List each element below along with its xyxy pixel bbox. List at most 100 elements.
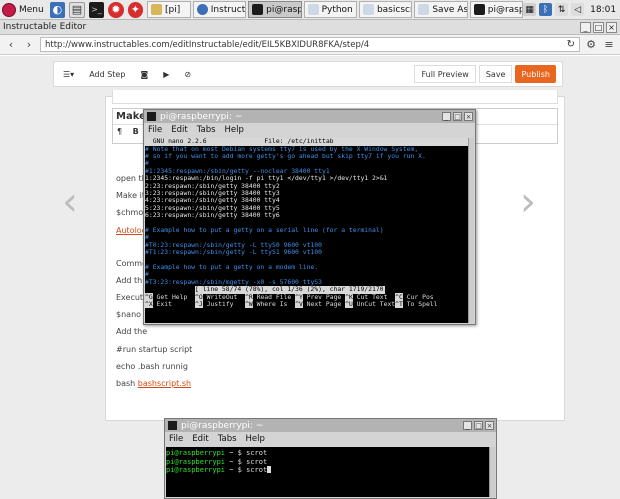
task-python[interactable]: Python ... bbox=[303, 1, 357, 18]
list-view-icon[interactable]: ☰▾ bbox=[57, 65, 80, 83]
close-button[interactable]: × bbox=[606, 21, 617, 33]
network-icon[interactable]: ⇅ bbox=[555, 3, 569, 16]
add-step-button[interactable]: Add Step bbox=[83, 65, 131, 83]
window-icon bbox=[362, 4, 374, 15]
command-line: pi@raspberrypi ~ $ scrot bbox=[166, 466, 495, 475]
task-basicscript[interactable]: basicscr... bbox=[358, 1, 413, 18]
volume-icon[interactable]: ◁ bbox=[571, 3, 585, 16]
task-browser[interactable]: Instruct... bbox=[192, 1, 247, 18]
full-preview-button[interactable]: Full Preview bbox=[414, 65, 476, 83]
terminal-screen[interactable]: pi@raspberrypi ~ $ scrot pi@raspberrypi … bbox=[166, 447, 495, 497]
task-label: basicscr... bbox=[376, 4, 413, 15]
prompt: pi@raspberrypi bbox=[166, 466, 226, 474]
paragraph-line: $nano bbox=[116, 310, 142, 319]
minimize-button[interactable]: _ bbox=[442, 112, 451, 121]
scrollbar[interactable] bbox=[468, 138, 474, 323]
taskbar: Menu ◐ ▤ >_ ✹ ✦ [pi] Instruct... pi@rasp… bbox=[0, 0, 620, 20]
back-arrow-icon[interactable]: ‹ bbox=[4, 38, 18, 52]
menu-file[interactable]: File bbox=[148, 125, 162, 135]
task-file-manager[interactable]: [pi] bbox=[147, 1, 191, 18]
publish-button[interactable]: Publish bbox=[515, 65, 556, 83]
task-label: pi@rasp... bbox=[266, 4, 300, 15]
menu-edit[interactable]: Edit bbox=[192, 434, 208, 444]
folder-icon bbox=[151, 4, 163, 15]
settings-gear-icon[interactable]: ⚙ bbox=[584, 38, 598, 52]
forward-arrow-icon[interactable]: › bbox=[22, 38, 36, 52]
wolfram-icon[interactable]: ✦ bbox=[127, 1, 144, 18]
paragraph-line: Make it bbox=[116, 191, 145, 200]
reload-icon[interactable]: ↻ bbox=[567, 39, 575, 50]
browser-titlebar: Instructable Editor _ □ × bbox=[0, 20, 620, 35]
maximize-button[interactable]: □ bbox=[474, 421, 483, 430]
close-button[interactable]: × bbox=[485, 421, 494, 430]
prev-step-arrow-icon[interactable]: ‹ bbox=[62, 179, 78, 225]
editor-toolbar: ☰▾ Add Step ◙ ▶ ⊘ Full Preview Save Publ… bbox=[53, 61, 563, 87]
terminal-window-scrot: pi@raspberrypi: ~ _ □ × File Edit Tabs H… bbox=[164, 418, 497, 499]
close-button[interactable]: × bbox=[464, 112, 473, 121]
minimize-button[interactable]: _ bbox=[580, 21, 591, 33]
script-link[interactable]: bashscript.sh bbox=[138, 379, 191, 388]
menu-help[interactable]: Help bbox=[225, 125, 244, 135]
menu-button[interactable]: Menu bbox=[0, 1, 48, 19]
prompt-suffix: ~ $ bbox=[225, 457, 247, 466]
task-label: Save As bbox=[432, 4, 468, 15]
terminal-icon bbox=[168, 421, 177, 430]
task-terminal-2[interactable]: pi@rasp... bbox=[469, 1, 524, 18]
bash-text: bash bbox=[116, 379, 138, 388]
shortcut-key: ^J bbox=[195, 300, 203, 309]
keyboard-icon[interactable]: ▦ bbox=[523, 3, 537, 16]
shortcut-key: ^T bbox=[395, 300, 403, 309]
shortcut-label: Where Is bbox=[252, 300, 296, 309]
menu-tabs[interactable]: Tabs bbox=[218, 434, 237, 444]
task-terminal-1[interactable]: pi@rasp... bbox=[248, 1, 302, 18]
url-bar[interactable]: http://www.instructables.com/editInstruc… bbox=[40, 37, 580, 52]
shortcut-label: Justify bbox=[202, 300, 246, 309]
command-text: scrot bbox=[246, 449, 268, 457]
task-save-as[interactable]: Save As bbox=[414, 1, 468, 18]
previous-section bbox=[112, 90, 558, 104]
command-text: scrot bbox=[246, 457, 268, 466]
menu-help[interactable]: Help bbox=[246, 434, 265, 444]
menu-tabs[interactable]: Tabs bbox=[197, 125, 216, 135]
nano-line: # so if you want to add more getty's go … bbox=[145, 151, 426, 160]
save-button[interactable]: Save bbox=[478, 65, 513, 83]
shortcut-label: To Spell bbox=[402, 300, 446, 309]
camera-icon[interactable]: ◙ bbox=[134, 65, 154, 83]
terminal-icon[interactable]: >_ bbox=[88, 1, 105, 18]
settings-gear-icon[interactable]: ✹ bbox=[108, 1, 124, 18]
browser-title: Instructable Editor bbox=[3, 22, 87, 32]
file-manager-icon[interactable]: ▤ bbox=[69, 1, 85, 18]
menu-edit[interactable]: Edit bbox=[171, 125, 187, 135]
prompt: pi@raspberrypi bbox=[166, 449, 226, 457]
paragraph-line: Add the bbox=[116, 327, 148, 336]
next-step-arrow-icon[interactable]: › bbox=[520, 179, 536, 225]
url-text: http://www.instructables.com/editInstruc… bbox=[45, 39, 370, 50]
scrollbar[interactable] bbox=[489, 447, 495, 497]
nano-line: 6:23:respawn:/sbin/getty 38400 tty6 bbox=[145, 211, 280, 220]
desktop: Menu ◐ ▤ >_ ✹ ✦ [pi] Instruct... pi@rasp… bbox=[0, 0, 620, 499]
raspberry-pi-icon bbox=[2, 2, 16, 17]
window-icon bbox=[307, 4, 319, 15]
bold-icon[interactable]: B bbox=[133, 127, 139, 136]
video-icon[interactable]: ▶ bbox=[157, 65, 175, 83]
bluetooth-icon[interactable]: ᛒ bbox=[539, 3, 553, 16]
paragraph-icon[interactable]: ¶ bbox=[117, 127, 122, 136]
menu-file[interactable]: File bbox=[169, 434, 183, 444]
shortcut-label: Next Page bbox=[302, 300, 346, 309]
web-browser-icon[interactable]: ◐ bbox=[49, 1, 66, 18]
nano-line: #T1:23:respawn:/sbin/getty -L ttyS1 9600… bbox=[145, 248, 322, 257]
command-text: scrot bbox=[246, 466, 268, 474]
maximize-button[interactable]: □ bbox=[593, 21, 604, 33]
nano-text-area[interactable]: # Note that on most Debian systems tty7 … bbox=[145, 145, 474, 287]
task-label: [pi] bbox=[165, 4, 181, 15]
terminal-titlebar: pi@raspberrypi: ~ _ □ × bbox=[165, 419, 496, 432]
terminal-titlebar: pi@raspberrypi: ~ _ □ × bbox=[144, 110, 475, 123]
minimize-button[interactable]: _ bbox=[463, 421, 472, 430]
terminal-screen[interactable]: GNU nano 2.2.6 File: /etc/inittab # Note… bbox=[145, 138, 474, 323]
attachment-icon[interactable]: ⊘ bbox=[178, 65, 197, 83]
bookmarks-icon[interactable]: ≡ bbox=[602, 38, 616, 52]
text-cursor bbox=[267, 466, 272, 473]
maximize-button[interactable]: □ bbox=[453, 112, 462, 121]
paragraph-line: #run startup script bbox=[116, 345, 193, 354]
task-label: pi@rasp... bbox=[487, 4, 522, 15]
